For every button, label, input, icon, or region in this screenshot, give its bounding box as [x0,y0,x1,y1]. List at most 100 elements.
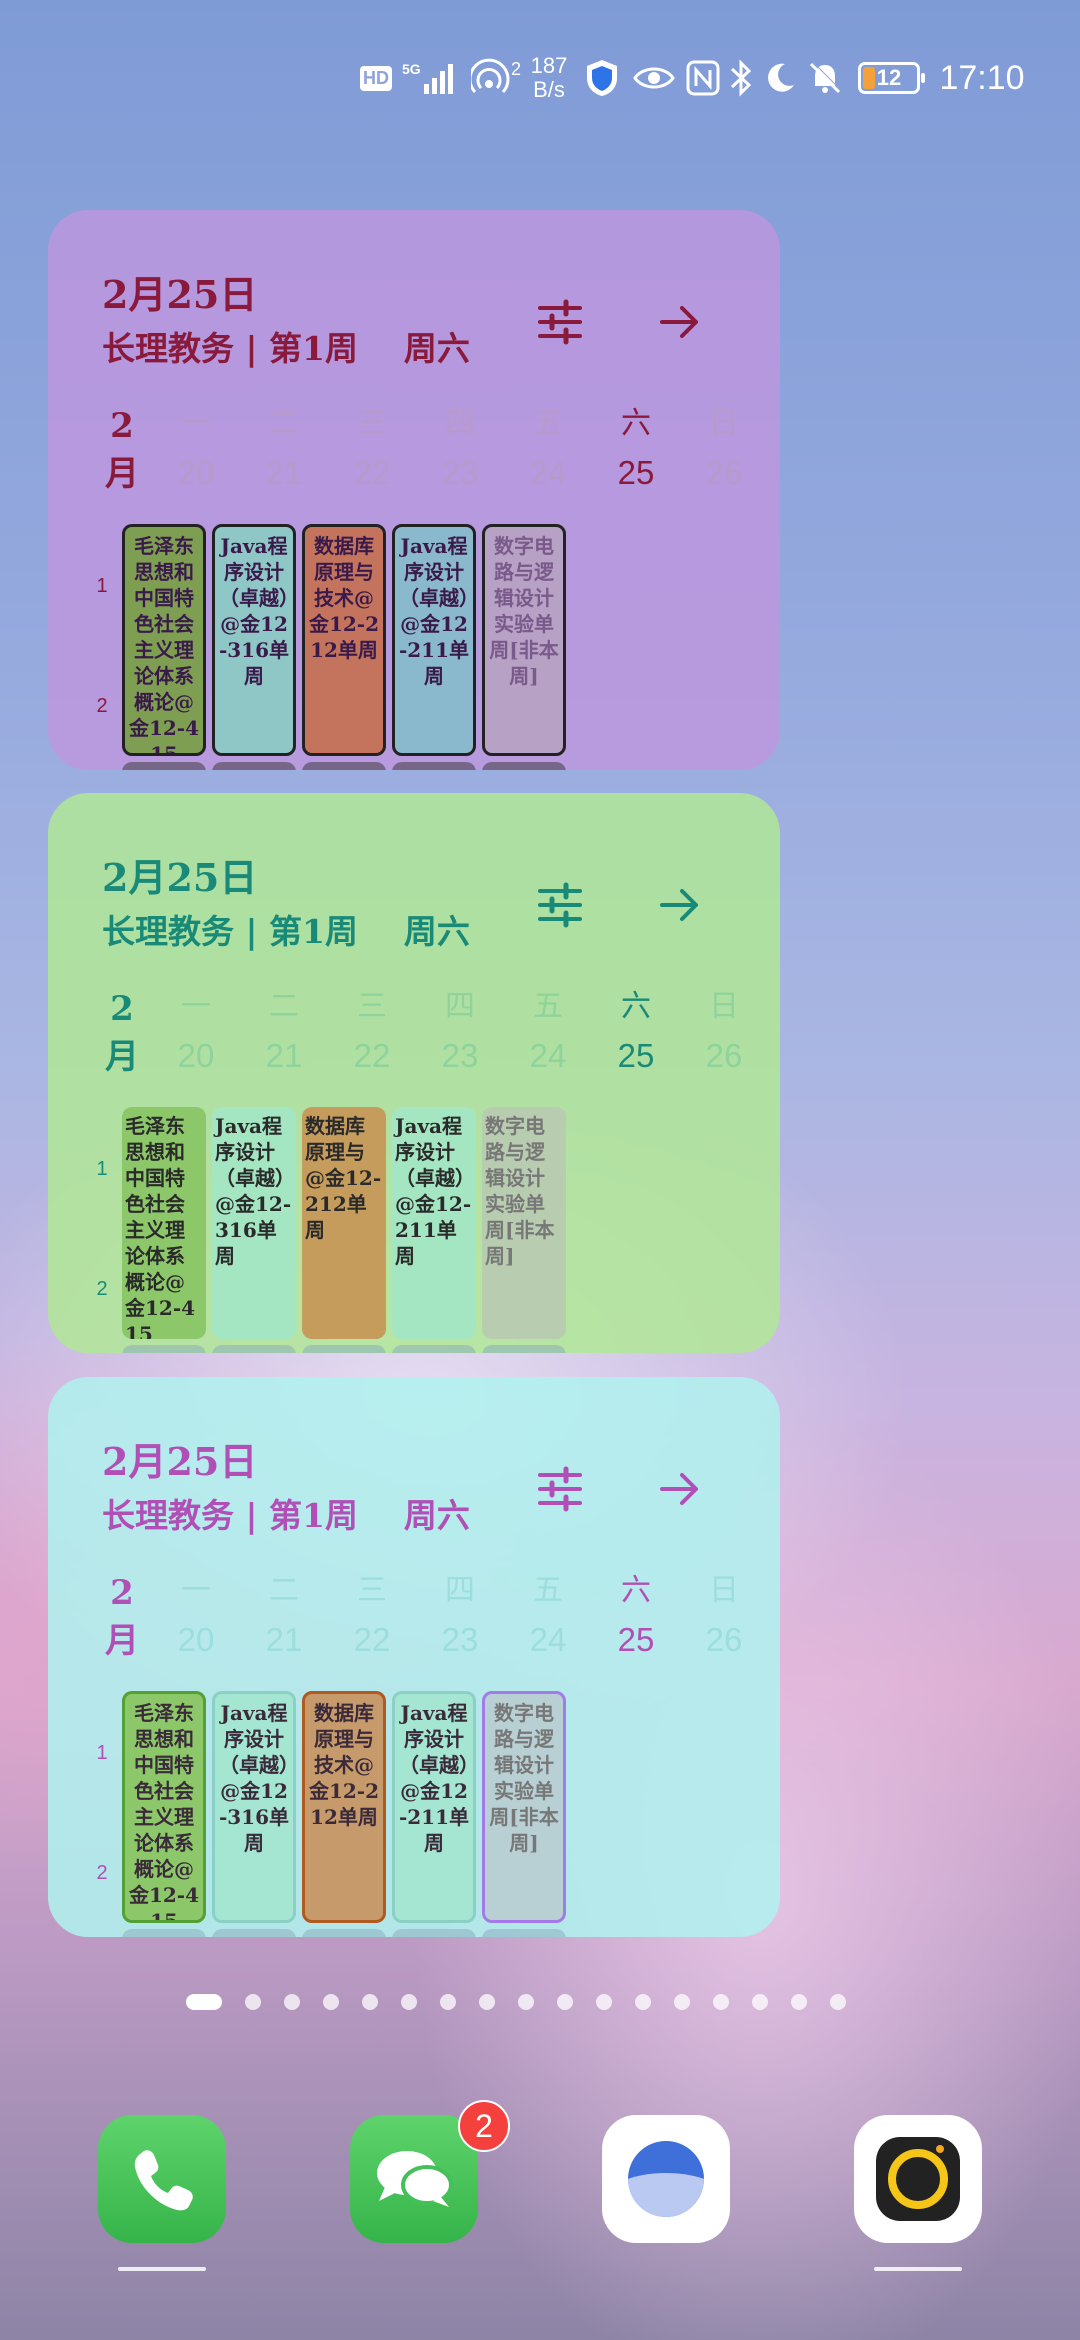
course-card[interactable]: Java程序设计（卓越）@金12-316单周 [212,1691,296,1923]
page-dot[interactable] [362,1994,378,2010]
weekday-label: 六 [621,989,651,1024]
day-number: 22 [353,454,391,491]
period-number: 2 [96,1862,108,1884]
course-card[interactable]: 毛泽东思想和中国特色社会主义理论体系概论@金12-415 [122,524,206,756]
page-dot[interactable] [518,1994,534,2010]
day-number: 21 [265,1621,303,1658]
weekday-label: 一 [181,989,211,1024]
course-card[interactable]: 毛泽东思想和中国特色社会主义理论体系概论@金12-415 [122,1691,206,1923]
course-card-next [392,1929,476,1937]
settings-sliders-icon[interactable] [532,1461,588,1517]
dock-underline [874,2267,962,2271]
weekday-label: 一 [181,1573,211,1608]
period-number: 1 [96,575,108,597]
settings-sliders-icon[interactable] [532,877,588,933]
month-label: 2月 [105,989,139,1077]
weekday-label: 日 [709,1573,739,1608]
course-card-next [212,762,296,770]
chat-bubbles-icon [377,2151,453,2207]
page-dot[interactable] [440,1994,456,2010]
phone-app[interactable] [98,2115,226,2243]
course-card[interactable]: Java程序设计（卓越）@金12-316单周 [212,524,296,756]
course-card[interactable]: Java程序设计（卓越）@金12-316单周 [212,1107,296,1339]
eye-icon [632,50,676,106]
page-dot[interactable] [284,1994,300,2010]
day-column: 六 25 [592,983,680,1081]
course-card-next [482,1345,566,1353]
month-label: 2月 [105,1573,139,1661]
day-number: 26 [705,1621,743,1658]
page-dot[interactable] [674,1994,690,2010]
day-column: 三 22 [328,1567,416,1665]
page-dot[interactable] [245,1994,261,2010]
hotspot-icon: 2 [468,50,524,106]
day-column: 二 21 [240,400,328,498]
hd-indicator: HD [360,50,392,106]
arrow-right-icon[interactable] [652,1461,708,1517]
course-card[interactable]: Java程序设计（卓越）@金12-211单周 [392,1107,476,1339]
course-card[interactable]: 毛泽东思想和中国特色社会主义理论体系概论@金12-415 [122,1107,206,1339]
widget-subtitle: 长理教务 | 第1周 周六 [102,329,470,368]
dock-underline [118,2267,206,2271]
day-column: 日 26 [680,983,768,1081]
page-dot[interactable] [596,1994,612,2010]
battery-indicator: 12 [856,50,925,106]
weekday-label: 四 [445,1573,475,1608]
course-card[interactable]: 数字电路与逻辑设计实验单周[非本周] [482,1107,566,1339]
day-number: 20 [177,1037,215,1074]
day-number: 23 [441,1037,479,1074]
browser-app[interactable] [602,2115,730,2243]
weekday-label: 三 [357,989,387,1024]
clock: 17:10 [939,58,1025,97]
page-dot[interactable] [830,1994,846,2010]
day-number: 26 [705,1037,743,1074]
status-bar: HD 5G 2 187 B/s 12 17:10 [0,50,1080,110]
day-column: 日 26 [680,400,768,498]
page-dot[interactable] [713,1994,729,2010]
page-dot[interactable] [401,1994,417,2010]
weekday-label: 二 [269,1573,299,1608]
bluetooth-icon [726,50,756,106]
weekday-label: 日 [709,989,739,1024]
day-column: 四 23 [416,1567,504,1665]
course-card[interactable]: 数据库原理与技术@金12-212单周 [302,1691,386,1923]
page-dot[interactable] [791,1994,807,2010]
month-label: 2月 [105,406,139,494]
page-indicator[interactable] [186,1990,846,2014]
net-speed: 187 B/s [530,53,568,102]
page-dot[interactable] [635,1994,651,2010]
course-card[interactable]: 数据库原理与@金12-212单周 [302,1107,386,1339]
course-card[interactable]: Java程序设计（卓越）@金12-211单周 [392,1691,476,1923]
course-card[interactable]: 数字电路与逻辑设计实验单周[非本周] [482,1691,566,1923]
widget-subtitle: 长理教务 | 第1周 周六 [102,912,470,951]
course-card-next [122,1929,206,1937]
browser-globe-icon [628,2141,704,2217]
page-dot[interactable] [186,1994,222,2010]
course-card[interactable]: 数据库原理与技术@金12-212单周 [302,524,386,756]
settings-sliders-icon[interactable] [532,294,588,350]
day-number: 21 [265,1037,303,1074]
day-header: 一 20 二 21 三 22 四 23 五 24 六 25 日 26 [152,400,772,510]
course-card-next [302,1345,386,1353]
schedule-widget[interactable]: 2月25日 长理教务 | 第1周 周六 2月 一 20 二 21 三 22 四 2… [48,210,780,770]
day-column: 二 21 [240,983,328,1081]
page-dot[interactable] [323,1994,339,2010]
arrow-right-icon[interactable] [652,877,708,933]
camera-app[interactable] [854,2115,982,2243]
weekday-label: 五 [533,406,563,441]
schedule-widget[interactable]: 2月25日 长理教务 | 第1周 周六 2月 一 20 二 21 三 22 四 2… [48,793,780,1353]
schedule-widget[interactable]: 2月25日 长理教务 | 第1周 周六 2月 一 20 二 21 三 22 四 2… [48,1377,780,1937]
course-card[interactable]: Java程序设计（卓越）@金12-211单周 [392,524,476,756]
arrow-right-icon[interactable] [652,294,708,350]
weekday-label: 日 [709,406,739,441]
period-number: 1 [96,1158,108,1180]
day-number: 25 [617,1621,655,1658]
course-card-next [212,1929,296,1937]
day-number: 26 [705,454,743,491]
day-column: 二 21 [240,1567,328,1665]
day-column: 五 24 [504,1567,592,1665]
page-dot[interactable] [752,1994,768,2010]
course-card[interactable]: 数字电路与逻辑设计实验单周[非本周] [482,524,566,756]
page-dot[interactable] [557,1994,573,2010]
page-dot[interactable] [479,1994,495,2010]
